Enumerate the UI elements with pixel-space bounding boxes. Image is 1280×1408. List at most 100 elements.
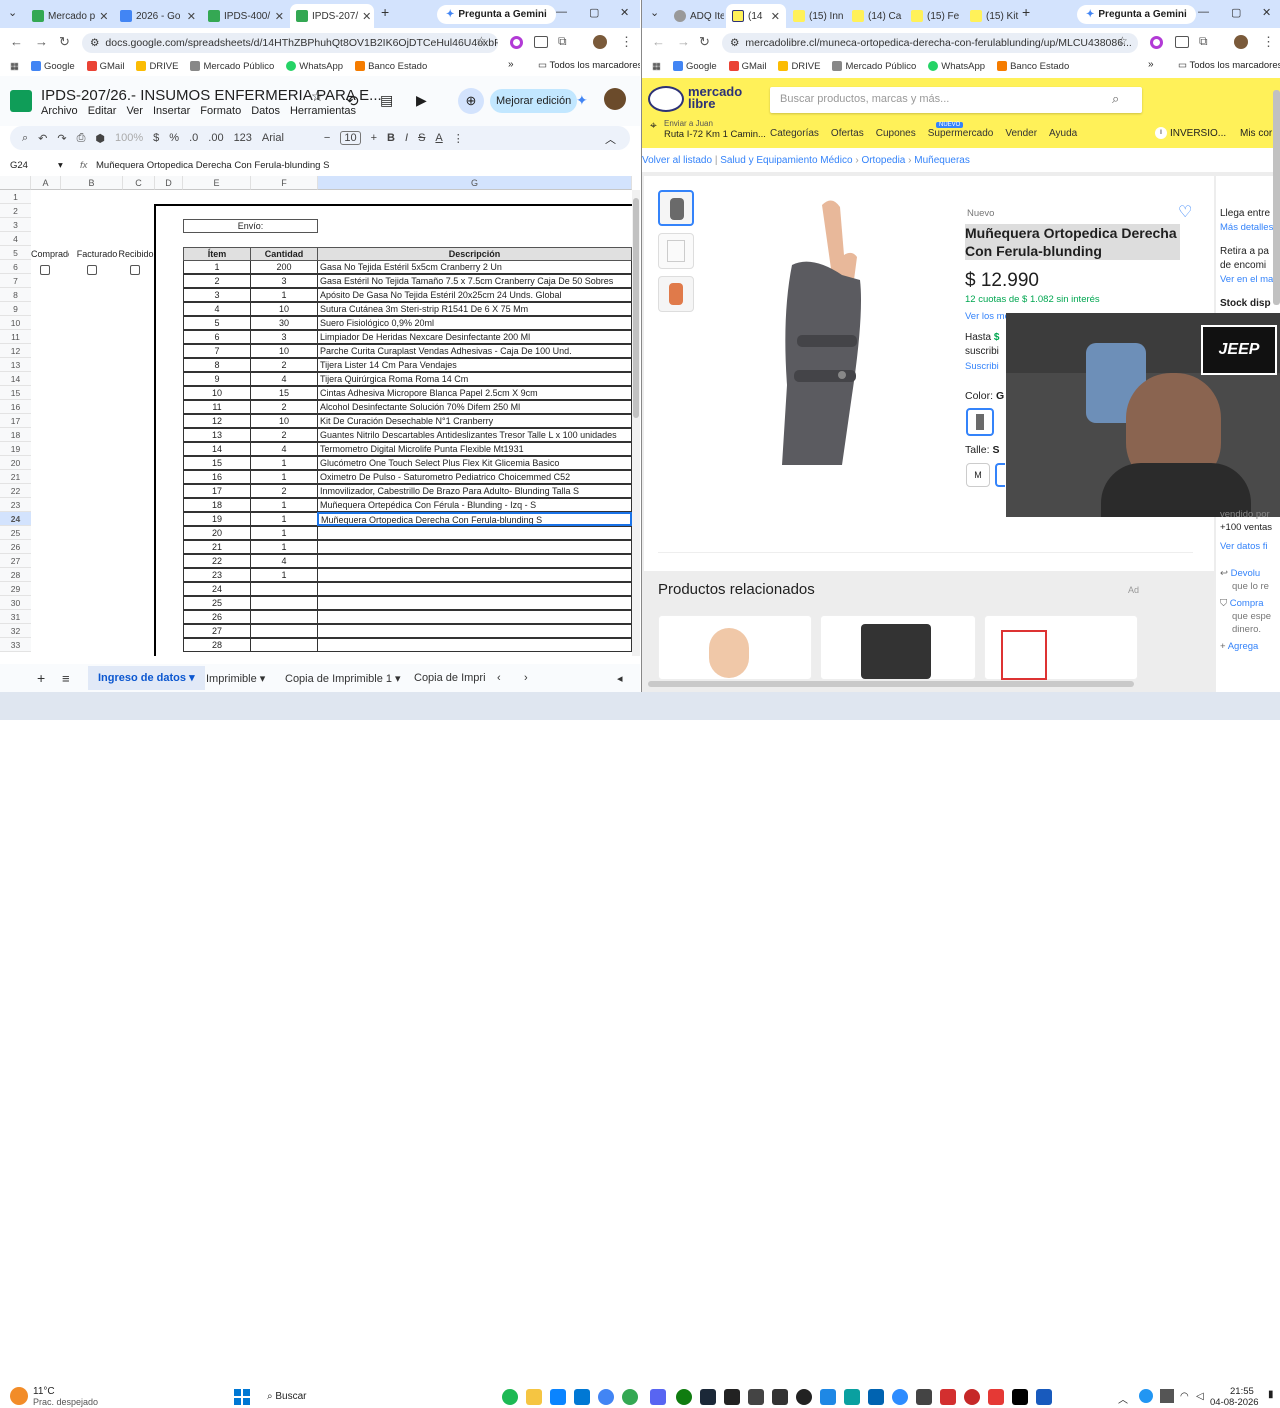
epic-icon[interactable] xyxy=(724,1389,740,1405)
row-header[interactable]: 25 xyxy=(0,526,31,540)
qty-cell[interactable]: 2 xyxy=(250,400,318,414)
desc-cell[interactable]: Tijera Lister 14 Cm Para Vendajes xyxy=(317,358,632,372)
font-select[interactable]: Arial xyxy=(262,132,314,144)
qty-cell[interactable] xyxy=(250,610,318,624)
kebab-menu-icon[interactable]: ⋮ xyxy=(620,34,633,50)
qty-cell[interactable]: 4 xyxy=(250,554,318,568)
scroll-left-icon[interactable]: ‹ xyxy=(497,672,501,684)
windows-start-icon[interactable] xyxy=(234,1389,250,1405)
row-header[interactable]: 27 xyxy=(0,554,31,568)
app4-icon[interactable] xyxy=(916,1389,932,1405)
comments-icon[interactable]: ▤ xyxy=(380,92,393,109)
item-cell[interactable]: 16 xyxy=(183,470,251,484)
row-header[interactable]: 19 xyxy=(0,442,31,456)
add-link[interactable]: Agrega xyxy=(1228,641,1259,652)
sheets-logo-icon[interactable] xyxy=(10,90,32,112)
thumbnail-2[interactable] xyxy=(658,233,694,269)
redo-icon[interactable]: ↷ xyxy=(57,132,66,145)
bookmark-google[interactable]: Google xyxy=(30,61,75,72)
item-cell[interactable]: 3 xyxy=(183,288,251,302)
row-header[interactable]: 32 xyxy=(0,624,31,638)
bookmark-gmail[interactable]: GMail xyxy=(86,61,124,72)
row-header[interactable]: 26 xyxy=(0,540,31,554)
cast-icon[interactable] xyxy=(1175,36,1189,48)
close-window-icon[interactable]: ✕ xyxy=(620,6,629,19)
row-header[interactable]: 9 xyxy=(0,302,31,316)
tab-mercado[interactable]: Mercado p ✕ xyxy=(26,4,114,28)
tab-15-inn[interactable]: (15) Inn xyxy=(787,4,845,28)
spotify-icon[interactable] xyxy=(502,1389,518,1405)
close-icon[interactable]: ✕ xyxy=(187,10,196,23)
qty-cell[interactable]: 15 xyxy=(250,386,318,400)
share-user-icon[interactable]: ⊕ xyxy=(458,88,484,114)
chrome-icon[interactable] xyxy=(598,1389,614,1405)
col-header-b[interactable]: B xyxy=(61,176,123,190)
close-icon[interactable]: ✕ xyxy=(275,10,284,23)
row-header[interactable]: 16 xyxy=(0,400,31,414)
desc-cell[interactable] xyxy=(317,554,632,568)
bookmark-drive[interactable]: DRIVE xyxy=(778,61,820,72)
qty-cell[interactable]: 3 xyxy=(250,330,318,344)
apps-grid-icon[interactable]: ▦ xyxy=(652,61,661,72)
zoom-icon[interactable] xyxy=(892,1389,908,1405)
row-header[interactable]: 20 xyxy=(0,456,31,470)
item-cell[interactable]: 24 xyxy=(183,582,251,596)
qty-cell[interactable]: 1 xyxy=(250,526,318,540)
row-header[interactable]: 2 xyxy=(0,204,31,218)
collapse-toolbar-icon[interactable]: ︿ xyxy=(605,131,616,147)
item-cell[interactable]: 19 xyxy=(183,512,251,526)
desc-cell[interactable]: Gasa No Tejida Estéril 5x5cm Cranberry 2… xyxy=(317,260,632,274)
weather-icon[interactable] xyxy=(10,1387,28,1405)
strikethrough-icon[interactable]: S xyxy=(418,132,425,144)
thumbnail-3[interactable] xyxy=(658,276,694,312)
item-cell[interactable]: 12 xyxy=(183,414,251,428)
desc-cell[interactable]: Oximetro De Pulso - Saturometro Pediatri… xyxy=(317,470,632,484)
clock-time[interactable]: 21:55 xyxy=(1230,1386,1254,1397)
item-cell[interactable]: 7 xyxy=(183,344,251,358)
menu-editar[interactable]: Editar xyxy=(88,105,117,117)
volume-icon[interactable]: ◁ xyxy=(1196,1391,1204,1402)
number-format-button[interactable]: 123 xyxy=(234,132,252,144)
formula-input[interactable]: Muñequera Ortopedica Derecha Con Ferula-… xyxy=(96,160,329,171)
item-cell[interactable]: 2 xyxy=(183,274,251,288)
increase-decimal-button[interactable]: .00 xyxy=(208,132,223,144)
desc-cell[interactable] xyxy=(317,624,632,638)
item-cell[interactable]: 9 xyxy=(183,372,251,386)
notifications-icon[interactable]: ▮ xyxy=(1268,1389,1274,1400)
menu-ayuda[interactable]: Ayuda xyxy=(1049,128,1077,139)
desc-cell[interactable] xyxy=(317,596,632,610)
qty-cell[interactable]: 3 xyxy=(250,274,318,288)
col-header-a[interactable]: A xyxy=(31,176,61,190)
minimize-icon[interactable]: — xyxy=(556,6,567,18)
tab-ipds400[interactable]: IPDS-400/ ✕ xyxy=(202,4,290,28)
undo-icon[interactable]: ↶ xyxy=(38,132,47,145)
qty-cell[interactable]: 2 xyxy=(250,484,318,498)
menu-supermercado[interactable]: Supermercado xyxy=(928,128,994,139)
ml-logo[interactable]: mercado libre xyxy=(648,85,744,114)
row-header[interactable]: 14 xyxy=(0,372,31,386)
desc-cell[interactable]: Limpiador De Heridas Nexcare Desinfectan… xyxy=(317,330,632,344)
desc-cell[interactable]: Alcohol Desinfectante Solución 70% Difem… xyxy=(317,400,632,414)
item-cell[interactable]: 15 xyxy=(183,456,251,470)
dropdown-icon[interactable]: ▾ xyxy=(58,160,63,171)
return-link[interactable]: Devolu xyxy=(1231,568,1261,579)
row-header[interactable]: 13 xyxy=(0,358,31,372)
favorite-heart-icon[interactable]: ♡ xyxy=(1178,202,1192,222)
desc-cell[interactable]: Parche Curita Curaplast Vendas Adhesivas… xyxy=(317,344,632,358)
add-sheet-icon[interactable]: + xyxy=(37,670,45,686)
bold-icon[interactable]: B xyxy=(387,132,395,144)
italic-icon[interactable]: I xyxy=(405,132,408,144)
col-header-f[interactable]: F xyxy=(251,176,318,190)
clock-date[interactable]: 04-08-2026 xyxy=(1210,1397,1259,1408)
row-header[interactable]: 4 xyxy=(0,232,31,246)
search-icon[interactable]: ⌕ xyxy=(22,132,28,145)
gemini-button[interactable]: ✦ Pregunta a Gemini xyxy=(1077,5,1196,24)
qty-cell[interactable]: 30 xyxy=(250,316,318,330)
photos-icon[interactable] xyxy=(820,1389,836,1405)
bookmark-gmail[interactable]: GMail xyxy=(728,61,766,72)
qty-cell[interactable] xyxy=(250,582,318,596)
qty-cell[interactable]: 1 xyxy=(250,498,318,512)
item-cell[interactable]: 20 xyxy=(183,526,251,540)
back-to-list-link[interactable]: Volver al listado xyxy=(642,155,712,166)
more-options-icon[interactable]: ⋮ xyxy=(453,132,464,145)
